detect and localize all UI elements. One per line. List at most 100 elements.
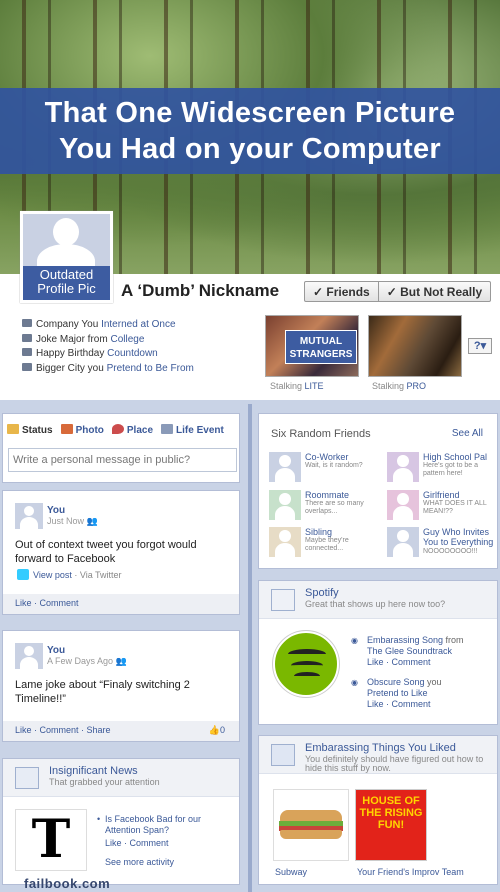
section-subtitle: You definitely should have figured out h… bbox=[305, 754, 484, 773]
profile-pic-caption: Outdated Profile Pic bbox=[37, 267, 96, 296]
book-icon bbox=[161, 424, 174, 434]
post-joke: You A Few Days Ago 👥 Lame joke about “Fi… bbox=[2, 630, 240, 742]
post-timestamp[interactable]: Just Now 👥 bbox=[47, 516, 98, 527]
song-actions[interactable]: Like · Comment bbox=[367, 699, 431, 709]
profile-info-list: Company You Interned at Once Joke Major … bbox=[22, 318, 252, 376]
info-item-education: Joke Major from College bbox=[22, 333, 252, 348]
info-link-birthday[interactable]: Countdown bbox=[107, 348, 158, 359]
newspaper-icon bbox=[15, 767, 39, 789]
song-link[interactable]: Obscure Song bbox=[367, 677, 425, 687]
liked-item-label[interactable]: Subway bbox=[275, 867, 307, 877]
post-actions[interactable]: Like · Comment bbox=[3, 594, 239, 614]
play-icon[interactable]: ◉ bbox=[351, 635, 358, 646]
tab-place[interactable]: Place bbox=[111, 424, 153, 436]
info-item-city: Bigger City you Pretend to Be From bbox=[22, 362, 252, 377]
friends-audience-icon: 👥 bbox=[86, 516, 98, 526]
avatar bbox=[387, 527, 419, 557]
like-count[interactable]: 👍0 bbox=[209, 725, 225, 736]
friend-item[interactable]: Roommate There are so many overlaps... bbox=[269, 490, 379, 520]
song-subtitle-link[interactable]: Pretend to Like bbox=[367, 688, 428, 698]
profile-name: A ‘Dumb’ Nickname bbox=[121, 281, 280, 300]
avatar bbox=[387, 490, 419, 520]
post-timestamp[interactable]: A Few Days Ago 👥 bbox=[47, 656, 127, 667]
status-composer: Status Photo Place Life Event Write a pe… bbox=[2, 413, 240, 483]
section-title[interactable]: Six Random Friends bbox=[271, 428, 371, 440]
see-more-activity-link[interactable]: See more activity bbox=[105, 857, 230, 868]
more-dropdown-button[interactable]: ?▾ bbox=[468, 338, 492, 354]
avatar[interactable] bbox=[15, 643, 43, 669]
twitter-icon bbox=[17, 569, 29, 580]
song-actions[interactable]: Like · Comment bbox=[367, 657, 431, 667]
tab-photo[interactable]: Photo bbox=[60, 424, 104, 436]
friend-status-buttons: ✓ Friends ✓ But Not Really bbox=[304, 281, 492, 302]
profile-silhouette-icon bbox=[23, 214, 110, 266]
post-source: View post · Via Twitter bbox=[17, 569, 122, 580]
section-subtitle: That grabbed your attention bbox=[49, 777, 160, 787]
but-not-really-button[interactable]: ✓ But Not Really bbox=[377, 282, 490, 301]
view-post-link[interactable]: View post bbox=[33, 570, 72, 580]
thumbs-up-icon bbox=[271, 744, 295, 766]
news-item: • Is Facebook Bad for our Attention Span… bbox=[97, 814, 230, 868]
avatar bbox=[269, 490, 301, 520]
tab-life-event[interactable]: Life Event bbox=[161, 424, 224, 436]
news-actions[interactable]: Like · Comment bbox=[105, 838, 230, 849]
section-title[interactable]: Embarassing Things You Liked bbox=[305, 742, 456, 754]
nyt-logo[interactable]: T bbox=[15, 809, 87, 871]
stalking-pro-label[interactable]: Stalking PRO bbox=[372, 381, 426, 391]
info-link-education[interactable]: College bbox=[110, 334, 144, 345]
post-actions: Like · Comment · Share 👍0 bbox=[3, 721, 239, 741]
status-input[interactable]: Write a personal message in public? bbox=[8, 448, 237, 472]
news-article-link[interactable]: Is Facebook Bad for our Attention Span? bbox=[105, 814, 201, 835]
cake-icon bbox=[22, 348, 32, 356]
post-author[interactable]: You bbox=[47, 645, 65, 656]
timeline-spine bbox=[248, 404, 252, 892]
info-link-work[interactable]: Interned at Once bbox=[101, 319, 176, 330]
improv-poster-image[interactable]: HOUSE OF THE RISING FUN! bbox=[355, 789, 427, 861]
post-author[interactable]: You bbox=[47, 505, 65, 516]
album-link[interactable]: The Glee Soundtrack bbox=[367, 646, 452, 656]
status-icon bbox=[7, 424, 19, 434]
photos-thumbnail[interactable] bbox=[368, 315, 462, 377]
friend-item[interactable]: High School Pal Here's got to be a patter… bbox=[387, 452, 497, 482]
profile-picture[interactable]: Outdated Profile Pic bbox=[20, 211, 113, 303]
friend-item[interactable]: Girlfriend WHAT DOES IT ALL MEAN!?? bbox=[387, 490, 497, 520]
thumbs-up-icon: 👍 bbox=[208, 725, 220, 735]
friends-audience-icon: 👥 bbox=[115, 656, 127, 666]
friends-button[interactable]: ✓ Friends bbox=[305, 282, 378, 301]
song-item: ◉ Embarassing Song from The Glee Soundtra… bbox=[351, 635, 464, 667]
section-header: Embarassing Things You Liked You definit… bbox=[259, 736, 497, 774]
site-watermark: failbook.com bbox=[24, 876, 111, 891]
cover-banner-line-1: That One Widescreen Picture bbox=[44, 97, 456, 129]
spotify-logo[interactable] bbox=[273, 631, 339, 697]
friend-item[interactable]: Guy Who Invites You to Everything NOOOOOO… bbox=[387, 527, 497, 557]
briefcase-icon bbox=[22, 319, 32, 327]
song-item: ◉ Obscure Song you Pretend to Like Like · … bbox=[351, 677, 442, 709]
photo-icon bbox=[60, 424, 73, 434]
house-icon bbox=[22, 362, 32, 371]
stalking-lite-label[interactable]: Stalking LITE bbox=[270, 381, 324, 391]
post-action-links[interactable]: Like · Comment · Share bbox=[15, 725, 111, 735]
news-section: Insignificant News That grabbed your att… bbox=[2, 758, 240, 885]
section-title[interactable]: Spotify bbox=[305, 587, 339, 599]
post-tweet: You Just Now 👥 Out of context tweet you … bbox=[2, 490, 240, 615]
section-header: Spotify Great that shows up here now too… bbox=[259, 581, 497, 619]
friend-item[interactable]: Sibling Maybe they're connected... bbox=[269, 527, 379, 557]
post-text: Out of context tweet you forgot would fo… bbox=[15, 539, 197, 565]
music-icon bbox=[271, 589, 295, 611]
song-link[interactable]: Embarassing Song bbox=[367, 635, 443, 645]
subway-sandwich-image[interactable] bbox=[273, 789, 349, 861]
spotify-section: Spotify Great that shows up here now too… bbox=[258, 580, 498, 725]
section-title[interactable]: Insignificant News bbox=[49, 765, 138, 777]
info-link-city[interactable]: Pretend to Be From bbox=[107, 363, 194, 374]
see-all-link[interactable]: See All bbox=[452, 428, 483, 439]
cover-banner-line-2: You Had on your Computer bbox=[58, 133, 442, 165]
composer-tabs: Status Photo Place Life Event bbox=[7, 424, 224, 436]
liked-item-label[interactable]: Your Friend's Improv Team bbox=[357, 867, 464, 877]
tab-status[interactable]: Status bbox=[7, 424, 53, 436]
play-icon[interactable]: ◉ bbox=[351, 677, 358, 688]
friend-item[interactable]: Co-Worker Wait, is it random? bbox=[269, 452, 379, 482]
mutual-strangers-label: MUTUAL STRANGERS bbox=[285, 330, 357, 364]
avatar[interactable] bbox=[15, 503, 43, 529]
friends-section: Six Random Friends See All Co-Worker Wait… bbox=[258, 413, 498, 569]
pin-icon bbox=[111, 424, 124, 434]
